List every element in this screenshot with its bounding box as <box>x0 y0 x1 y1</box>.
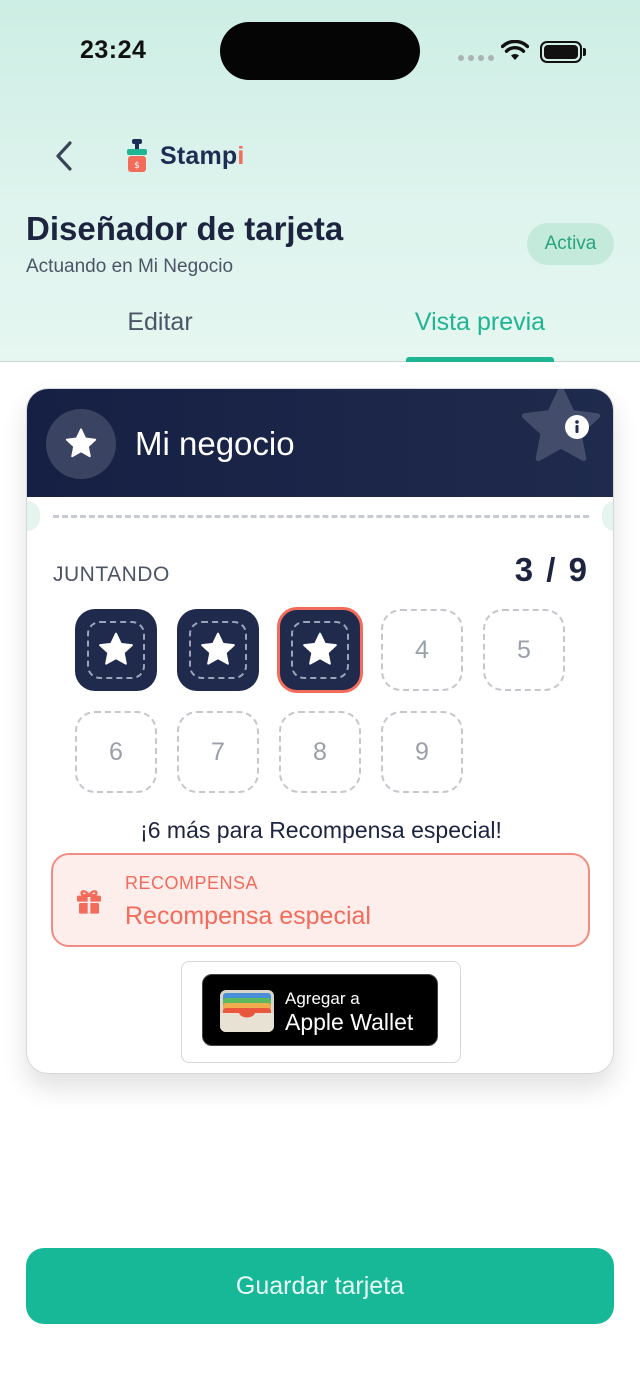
tab-preview[interactable]: Vista previa <box>320 308 640 362</box>
page-subtitle: Actuando en Mi Negocio <box>26 256 234 277</box>
business-name: Mi negocio <box>135 425 295 462</box>
stamp-current[interactable] <box>277 607 363 693</box>
stamp-empty[interactable]: 9 <box>381 711 463 793</box>
stamp-empty[interactable]: 6 <box>75 711 157 793</box>
info-icon <box>575 420 579 433</box>
info-button[interactable] <box>565 415 589 439</box>
ticket-notch-right <box>602 501 613 531</box>
add-to-apple-wallet-button[interactable]: Agregar a Apple Wallet <box>202 974 438 1046</box>
signal-icon <box>458 55 494 61</box>
business-logo <box>46 409 116 479</box>
stamp-empty[interactable]: 8 <box>279 711 361 793</box>
perforation-divider <box>53 515 589 518</box>
stampi-logo-icon: $ <box>127 139 147 172</box>
wallet-line2: Apple Wallet <box>285 1009 414 1035</box>
gift-icon <box>77 890 101 914</box>
dynamic-island <box>220 22 420 80</box>
status-badge: Activa <box>527 223 614 265</box>
save-card-button[interactable]: Guardar tarjeta <box>26 1248 614 1324</box>
logo-text: Stampi <box>160 141 245 170</box>
status-time: 23:24 <box>80 36 147 64</box>
remaining-text: ¡6 más para Recompensa especial! <box>140 817 502 843</box>
chevron-left-icon <box>56 141 72 171</box>
app-logo: $ Stampi <box>124 138 245 174</box>
tab-edit[interactable]: Editar <box>0 308 320 362</box>
page-title: Diseñador de tarjeta <box>26 210 344 247</box>
reward-box: RECOMPENSA Recompensa especial <box>51 853 590 947</box>
wallet-line1: Agregar a <box>285 989 360 1008</box>
reward-name: Recompensa especial <box>125 902 371 930</box>
collect-label: JUNTANDO <box>53 563 170 586</box>
svg-text:$: $ <box>134 161 140 171</box>
tab-active-indicator <box>406 357 554 362</box>
star-icon <box>99 632 133 665</box>
loyalty-card-preview: Mi negocio JUNTANDO 3 / 9 4 5 6 7 8 9 ¡6… <box>26 388 614 1074</box>
stamp-filled[interactable] <box>177 609 259 691</box>
decorative-star-icon <box>521 389 601 462</box>
reward-label: RECOMPENSA <box>125 873 259 893</box>
battery-icon <box>540 41 586 63</box>
star-icon <box>303 632 337 665</box>
stamp-filled[interactable] <box>75 609 157 691</box>
stamp-empty[interactable]: 7 <box>177 711 259 793</box>
wallet-icon <box>220 990 274 1032</box>
stamp-count: 3 / 9 <box>514 551 589 588</box>
ticket-notch-left <box>27 501 40 531</box>
wifi-icon <box>501 40 529 60</box>
stamp-empty[interactable]: 4 <box>381 609 463 691</box>
wallet-frame: Agregar a Apple Wallet <box>181 961 461 1063</box>
stamp-empty[interactable]: 5 <box>483 609 565 691</box>
back-button[interactable] <box>44 136 84 176</box>
star-icon <box>201 632 235 665</box>
star-icon <box>65 428 97 458</box>
card-header: Mi negocio <box>27 389 613 497</box>
